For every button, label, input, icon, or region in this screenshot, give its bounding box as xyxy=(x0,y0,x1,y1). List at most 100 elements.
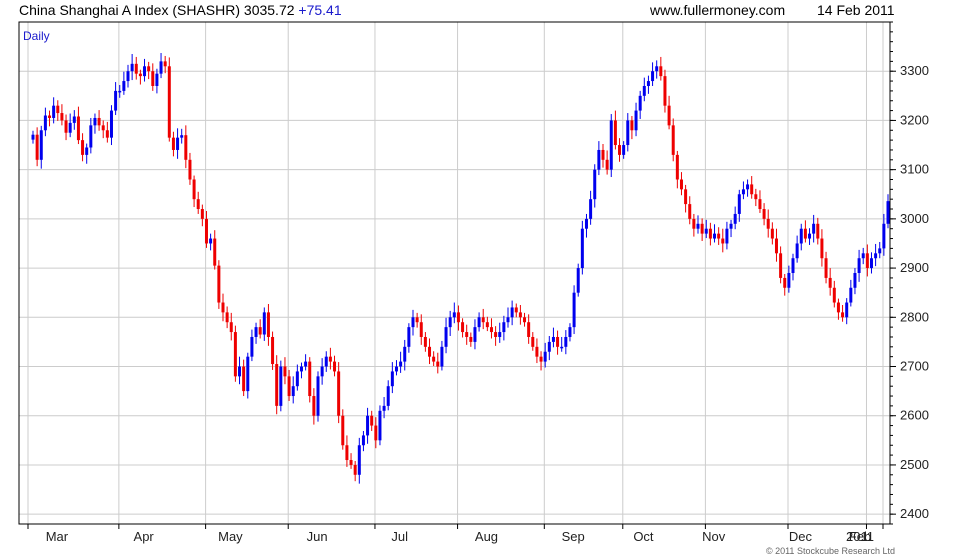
candle-body xyxy=(762,209,766,219)
x-tick-label: Mar xyxy=(46,529,69,544)
candle-body xyxy=(589,199,593,219)
x-tick-label: Apr xyxy=(134,529,155,544)
candle-body xyxy=(204,218,208,244)
candle-body xyxy=(539,356,543,362)
candle-body xyxy=(225,312,229,323)
candle-body xyxy=(155,73,159,86)
candle-body xyxy=(56,105,60,114)
candle-body xyxy=(97,117,101,126)
interval-label: Daily xyxy=(23,29,50,43)
candle-body xyxy=(345,445,349,461)
candle-body xyxy=(510,307,514,318)
x-tick-label: Dec xyxy=(789,529,813,544)
candle-body xyxy=(485,322,489,328)
candle-body xyxy=(147,66,151,72)
y-tick-label: 2800 xyxy=(900,309,929,324)
grid xyxy=(19,22,890,524)
candle-body xyxy=(795,243,799,259)
candle-body xyxy=(593,169,597,200)
candle-body xyxy=(213,238,217,266)
candle-body xyxy=(869,258,873,269)
candle-body xyxy=(560,346,564,349)
candle-body xyxy=(324,356,328,367)
x-tick-label: Oct xyxy=(633,529,654,544)
candle-body xyxy=(114,90,118,111)
candle-body xyxy=(64,120,68,133)
candle-body xyxy=(498,332,502,337)
x-tick-label: Nov xyxy=(702,529,726,544)
candle-body xyxy=(725,228,729,244)
candle-body xyxy=(605,159,609,170)
candle-body xyxy=(304,361,308,367)
y-tick-label: 3100 xyxy=(900,162,929,177)
candle-body xyxy=(394,366,398,372)
candle-body xyxy=(262,312,266,335)
candle-body xyxy=(601,149,605,160)
candle-body xyxy=(101,125,105,131)
candle-body xyxy=(432,356,436,362)
candle-body xyxy=(43,115,47,131)
candle-body xyxy=(81,140,85,155)
candle-body xyxy=(671,125,675,155)
candle-body xyxy=(242,366,246,392)
candle-body xyxy=(93,117,97,126)
candle-body xyxy=(473,327,477,342)
candle-body xyxy=(151,71,155,86)
x-tick-label: Feb xyxy=(849,529,871,544)
x-tick-label: Aug xyxy=(475,529,498,544)
candle-body xyxy=(737,194,741,214)
candle-body xyxy=(746,184,750,190)
candle-body xyxy=(882,223,886,249)
candle-body xyxy=(353,464,357,475)
candle-body xyxy=(39,130,43,160)
candle-body xyxy=(791,258,795,273)
candle-body xyxy=(700,223,704,234)
candle-body xyxy=(403,346,407,362)
candle-body xyxy=(337,371,341,416)
candle-body xyxy=(312,396,316,416)
candle-body xyxy=(407,327,411,347)
candle-body xyxy=(564,336,568,347)
candle-body xyxy=(679,179,683,190)
x-tick-label: Jul xyxy=(391,529,408,544)
candle-body xyxy=(824,258,828,278)
candle-body xyxy=(122,81,126,91)
candle-body xyxy=(399,361,403,367)
candle-body xyxy=(283,366,287,377)
candle-body xyxy=(506,317,510,323)
candle-body xyxy=(808,233,812,239)
candle-body xyxy=(774,238,778,254)
candle-body xyxy=(832,287,836,303)
candle-body xyxy=(72,116,76,123)
candle-body xyxy=(333,361,337,372)
candle-body xyxy=(366,415,370,436)
copyright-text: © 2011 Stockcube Research Ltd xyxy=(766,546,895,556)
candle-body xyxy=(258,327,262,335)
candle-body xyxy=(518,312,522,318)
candle-body xyxy=(176,137,180,150)
candle-body xyxy=(109,110,113,138)
candle-body xyxy=(688,204,692,219)
candle-body xyxy=(535,346,539,357)
candle-body xyxy=(31,134,35,140)
candle-body xyxy=(758,199,762,210)
plot-frame xyxy=(18,21,891,525)
candle-body xyxy=(349,460,353,465)
candle-body xyxy=(597,149,601,170)
candle-body xyxy=(378,410,382,441)
candle-body xyxy=(853,273,857,288)
candle-body xyxy=(551,336,555,342)
candle-body xyxy=(729,223,733,229)
candle-body xyxy=(76,116,80,141)
candle-body xyxy=(708,228,712,239)
y-tick-label: 2900 xyxy=(900,260,929,275)
candle-body xyxy=(717,233,721,239)
candle-body xyxy=(192,179,196,200)
candle-body xyxy=(861,253,865,259)
x-axis: Mar Apr May Jun Jul Aug Sep Oct Nov Dec 2011Feb xyxy=(27,524,884,544)
candle-body xyxy=(308,361,312,397)
candle-body xyxy=(118,90,122,93)
candle-body xyxy=(452,312,456,318)
candle-body xyxy=(828,277,832,288)
candle-body xyxy=(246,356,250,392)
